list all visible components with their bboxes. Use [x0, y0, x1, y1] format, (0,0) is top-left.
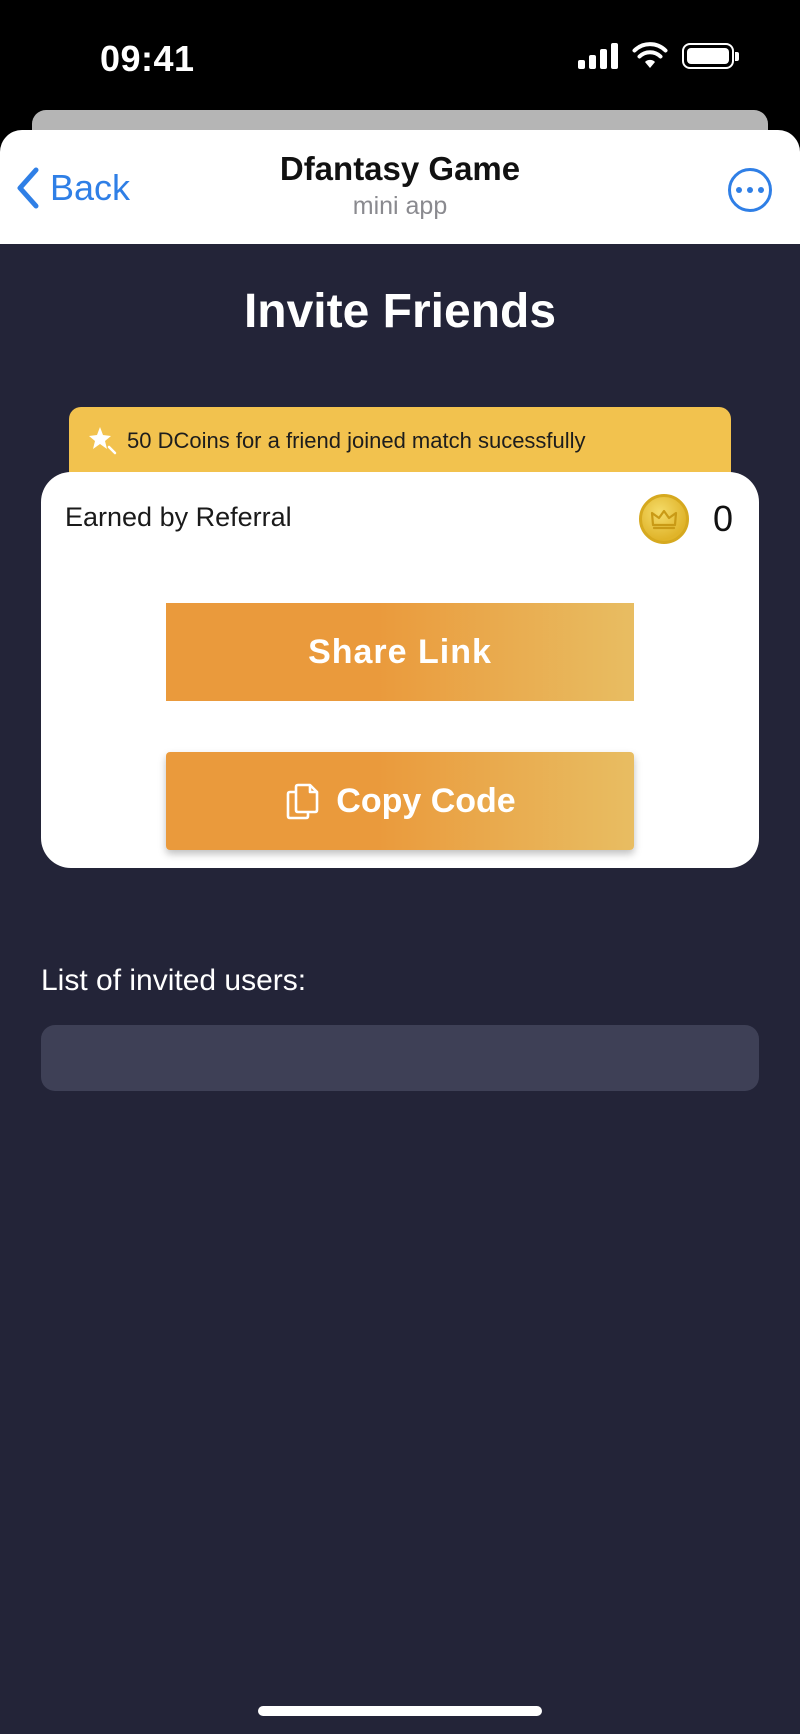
copy-code-label: Copy Code [336, 781, 516, 820]
wifi-icon [632, 42, 668, 68]
share-link-button[interactable]: Share Link [166, 603, 634, 701]
home-indicator[interactable] [258, 1706, 542, 1716]
referral-card: Earned by Referral 0 Share Link Copy Cod… [41, 472, 759, 868]
status-time: 09:41 [100, 38, 195, 79]
invited-users-label: List of invited users: [41, 964, 307, 997]
more-options-button[interactable] [728, 168, 772, 212]
earned-label: Earned by Referral [65, 502, 292, 532]
battery-icon [682, 43, 739, 69]
cellular-signal-icon [578, 43, 618, 69]
promo-text: 50 DCoins for a friend joined match suce… [127, 428, 586, 453]
app-title: Dfantasy Game [279, 150, 521, 187]
crown-coin-icon [639, 494, 689, 544]
invited-users-list [41, 1025, 759, 1091]
copy-icon [286, 783, 319, 820]
app-header: Back Dfantasy Game mini app [0, 130, 800, 244]
screen: 09:41 Back Dfantasy Game mini app Invite… [0, 0, 800, 1734]
app-subtitle: mini app [352, 192, 448, 220]
copy-code-button[interactable]: Copy Code [166, 752, 634, 850]
sparkle-star-icon [89, 427, 117, 455]
status-bar: 09:41 [0, 0, 800, 110]
share-link-label: Share Link [308, 632, 492, 671]
status-icons [578, 42, 739, 70]
content: Invite Friends 50 DCoins for a friend jo… [0, 244, 800, 1734]
page-title: Invite Friends [243, 285, 557, 338]
earned-value: 0 [712, 498, 733, 539]
ellipsis-icon [736, 187, 742, 193]
header-titles: Dfantasy Game mini app [0, 150, 800, 221]
